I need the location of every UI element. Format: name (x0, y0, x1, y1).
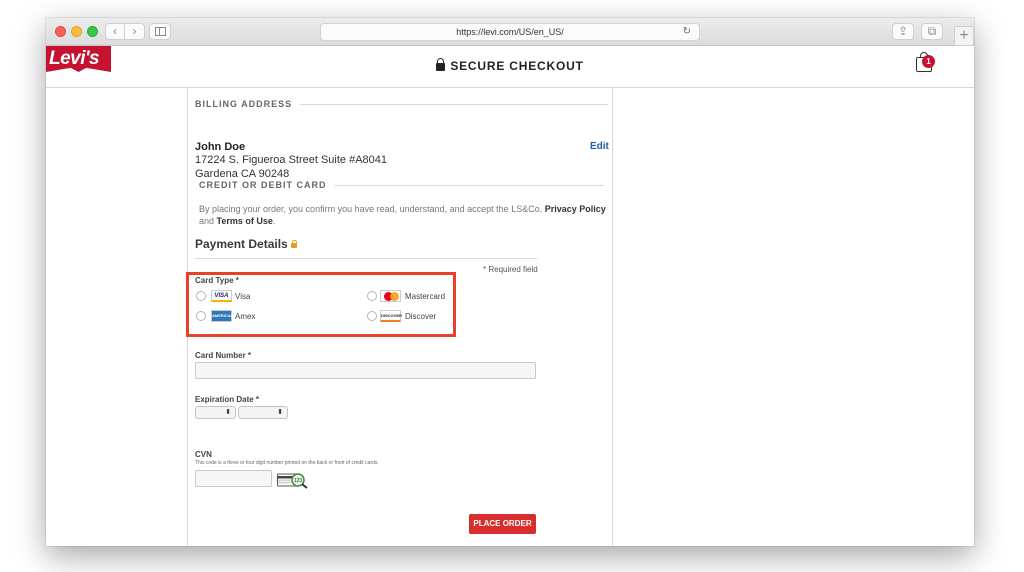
billing-address-line2: Gardena CA 90248 (195, 168, 290, 180)
legal-suffix: . (272, 216, 276, 226)
amex-radio[interactable] (196, 311, 206, 321)
discover-logo-icon: DISCOVER (380, 310, 402, 322)
cart-count-badge: 1 (922, 55, 935, 68)
tab-overview-button[interactable]: ⧉ (921, 23, 943, 40)
cvn-card-magnifier-icon[interactable]: 123 (277, 471, 309, 489)
terms-of-use-link[interactable]: Terms of Use (217, 216, 273, 226)
registered-mark: ® (99, 48, 105, 55)
small-lock-icon (290, 240, 297, 248)
credit-card-heading: CREDIT OR DEBIT CARD (199, 180, 335, 190)
legal-prefix: By placing your order, you confirm you h… (199, 204, 543, 214)
browser-toolbar: ‹ › https://levi.com/US/en_US/ ↻ ⇪ ⧉ + (46, 18, 974, 46)
visa-logo-icon: VISA (211, 290, 232, 302)
browser-window: ‹ › https://levi.com/US/en_US/ ↻ ⇪ ⧉ + L… (46, 18, 974, 546)
minimize-window-button[interactable] (71, 26, 82, 37)
sidebar-toggle-button[interactable] (149, 23, 171, 40)
mastercard-radio[interactable] (367, 291, 377, 301)
divider (195, 258, 537, 259)
expiration-date-label: Expiration Date * (195, 395, 260, 404)
payment-details-title: Payment Details (195, 237, 297, 251)
place-order-button[interactable]: PLACE ORDER (469, 514, 536, 534)
billing-address-line1: 17224 S. Figueroa Street Suite #A8041 (195, 154, 388, 166)
mastercard-label[interactable]: Mastercard (405, 292, 445, 301)
secure-checkout-title: SECURE CHECKOUT (46, 58, 974, 73)
sidebar-icon (154, 27, 166, 36)
privacy-policy-link[interactable]: Privacy Policy (545, 204, 606, 214)
share-button[interactable]: ⇪ (892, 23, 914, 40)
mastercard-logo-icon (380, 290, 401, 302)
payment-details-label: Payment Details (195, 237, 288, 251)
amex-label[interactable]: Amex (235, 312, 255, 321)
secure-checkout-label: SECURE CHECKOUT (450, 59, 584, 73)
cvn-input[interactable] (195, 470, 272, 487)
close-window-button[interactable] (55, 26, 66, 37)
required-field-note: * Required field (483, 265, 538, 274)
card-type-label: Card Type * (195, 276, 239, 285)
forward-button[interactable]: › (125, 23, 145, 40)
legal-and: and (199, 216, 215, 226)
lock-icon (436, 58, 446, 71)
billing-name: John Doe (195, 141, 246, 153)
legal-notice: By placing your order, you confirm you h… (199, 203, 609, 227)
address-bar[interactable]: https://levi.com/US/en_US/ ↻ (320, 23, 700, 41)
expiration-month-select[interactable]: ⬍ (195, 406, 236, 419)
edit-billing-link[interactable]: Edit (590, 141, 609, 152)
site-header: Levi's ® SECURE CHECKOUT 1 (46, 46, 974, 88)
back-button[interactable]: ‹ (105, 23, 125, 40)
url-text: https://levi.com/US/en_US/ (456, 27, 564, 37)
card-number-input[interactable] (195, 362, 536, 379)
checkout-column: BILLING ADDRESS John Doe Edit 17224 S. F… (186, 88, 613, 546)
card-number-label: Card Number * (195, 351, 252, 360)
discover-label[interactable]: Discover (405, 312, 436, 321)
cvn-icon-digits: 123 (294, 478, 303, 484)
expiration-year-select[interactable]: ⬍ (238, 406, 288, 419)
amex-logo-icon: AMERICAN EXPRESS (211, 310, 234, 328)
billing-address-heading: BILLING ADDRESS (195, 99, 301, 109)
reload-icon[interactable]: ↻ (683, 24, 691, 40)
new-tab-button[interactable]: + (954, 26, 974, 46)
discover-radio[interactable] (367, 311, 377, 321)
cvn-help-text: This code is a three or four digit numbe… (195, 460, 379, 466)
cvn-label: CVN (195, 450, 212, 459)
visa-radio[interactable] (196, 291, 206, 301)
zoom-window-button[interactable] (87, 26, 98, 37)
visa-label[interactable]: Visa (235, 292, 250, 301)
